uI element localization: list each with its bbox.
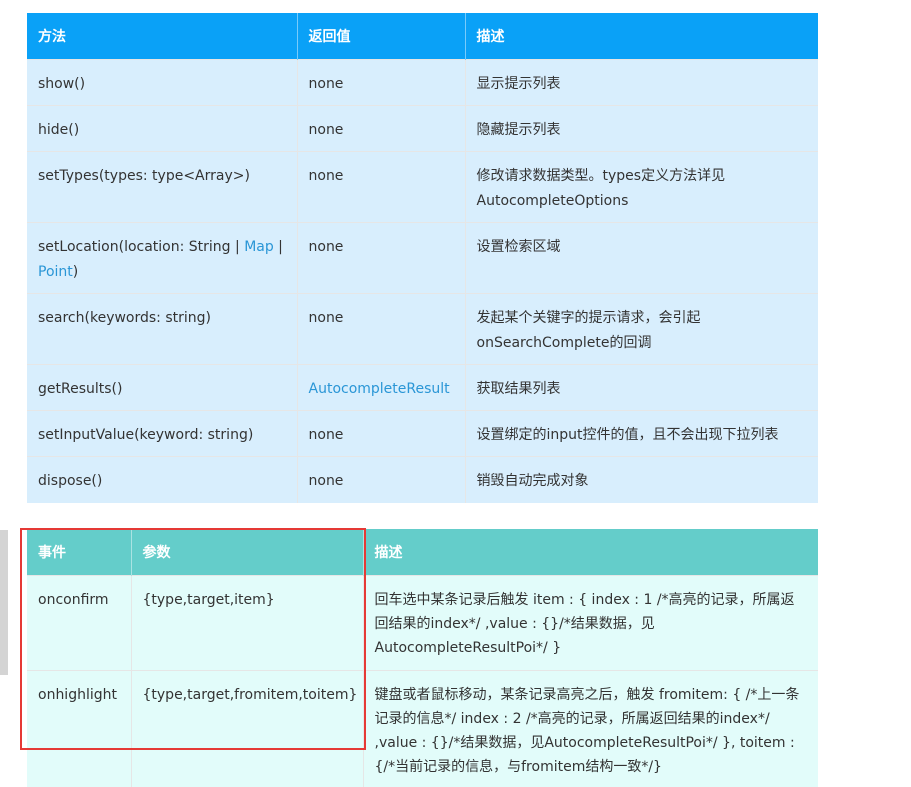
methods-header-description: 描述: [465, 13, 818, 60]
method-description: 发起某个关键字的提示请求，会引起onSearchComplete的回调: [465, 294, 818, 365]
method-description: 获取结果列表: [465, 365, 818, 411]
method-row: setTypes(types: type<Array>) none 修改请求数据…: [27, 152, 818, 223]
method-row: search(keywords: string) none 发起某个关键字的提示…: [27, 294, 818, 365]
methods-header-row: 方法 返回值 描述: [27, 13, 818, 60]
events-header-event: 事件: [27, 529, 131, 576]
method-name: show(): [27, 60, 297, 106]
events-header-description: 描述: [363, 529, 818, 576]
point-link[interactable]: Point: [38, 264, 73, 280]
page-scroll-edge: [0, 530, 8, 675]
events-table: 事件 参数 描述 onconfirm {type,target,item} 回车…: [27, 529, 818, 787]
method-return: none: [297, 457, 465, 503]
method-name: hide(): [27, 106, 297, 152]
method-name: search(keywords: string): [27, 294, 297, 365]
method-description: 修改请求数据类型。types定义方法详见AutocompleteOptions: [465, 152, 818, 223]
method-description: 设置绑定的input控件的值，且不会出现下拉列表: [465, 411, 818, 457]
method-return: none: [297, 152, 465, 223]
method-name: setTypes(types: type<Array>): [27, 152, 297, 223]
event-row: onconfirm {type,target,item} 回车选中某条记录后触发…: [27, 576, 818, 671]
method-description: 设置检索区域: [465, 223, 818, 294]
event-description: 键盘或者鼠标移动，某条记录高亮之后，触发 fromitem: { /*上一条记录…: [363, 671, 818, 787]
events-header-row: 事件 参数 描述: [27, 529, 818, 576]
method-name: setLocation(location: String | Map | Poi…: [27, 223, 297, 294]
methods-table: 方法 返回值 描述 show() none 显示提示列表 hide() none…: [27, 13, 818, 503]
methods-header-method: 方法: [27, 13, 297, 60]
method-return: none: [297, 106, 465, 152]
method-description: 销毁自动完成对象: [465, 457, 818, 503]
method-row: setInputValue(keyword: string) none 设置绑定…: [27, 411, 818, 457]
method-name-suffix: ): [73, 264, 78, 280]
method-name: dispose(): [27, 457, 297, 503]
method-description: 隐藏提示列表: [465, 106, 818, 152]
event-name: onhighlight: [27, 671, 131, 787]
method-row: dispose() none 销毁自动完成对象: [27, 457, 818, 503]
methods-header-return: 返回值: [297, 13, 465, 60]
map-link[interactable]: Map: [244, 239, 274, 255]
method-row: setLocation(location: String | Map | Poi…: [27, 223, 818, 294]
event-params: {type,target,fromitem,toitem}: [131, 671, 363, 787]
autocomplete-result-link[interactable]: AutocompleteResult: [309, 381, 450, 397]
event-description: 回车选中某条记录后触发 item : { index : 1 /*高亮的记录，所…: [363, 576, 818, 671]
method-row: getResults() AutocompleteResult 获取结果列表: [27, 365, 818, 411]
event-row: onhighlight {type,target,fromitem,toitem…: [27, 671, 818, 787]
method-name-separator: |: [274, 239, 283, 255]
method-return: none: [297, 411, 465, 457]
event-params: {type,target,item}: [131, 576, 363, 671]
method-row: show() none 显示提示列表: [27, 60, 818, 106]
method-return: none: [297, 60, 465, 106]
method-name-prefix: setLocation(location: String |: [38, 239, 244, 255]
method-name: setInputValue(keyword: string): [27, 411, 297, 457]
method-description: 显示提示列表: [465, 60, 818, 106]
event-name: onconfirm: [27, 576, 131, 671]
events-header-params: 参数: [131, 529, 363, 576]
method-name: getResults(): [27, 365, 297, 411]
method-return: AutocompleteResult: [297, 365, 465, 411]
method-return: none: [297, 223, 465, 294]
method-return: none: [297, 294, 465, 365]
method-row: hide() none 隐藏提示列表: [27, 106, 818, 152]
